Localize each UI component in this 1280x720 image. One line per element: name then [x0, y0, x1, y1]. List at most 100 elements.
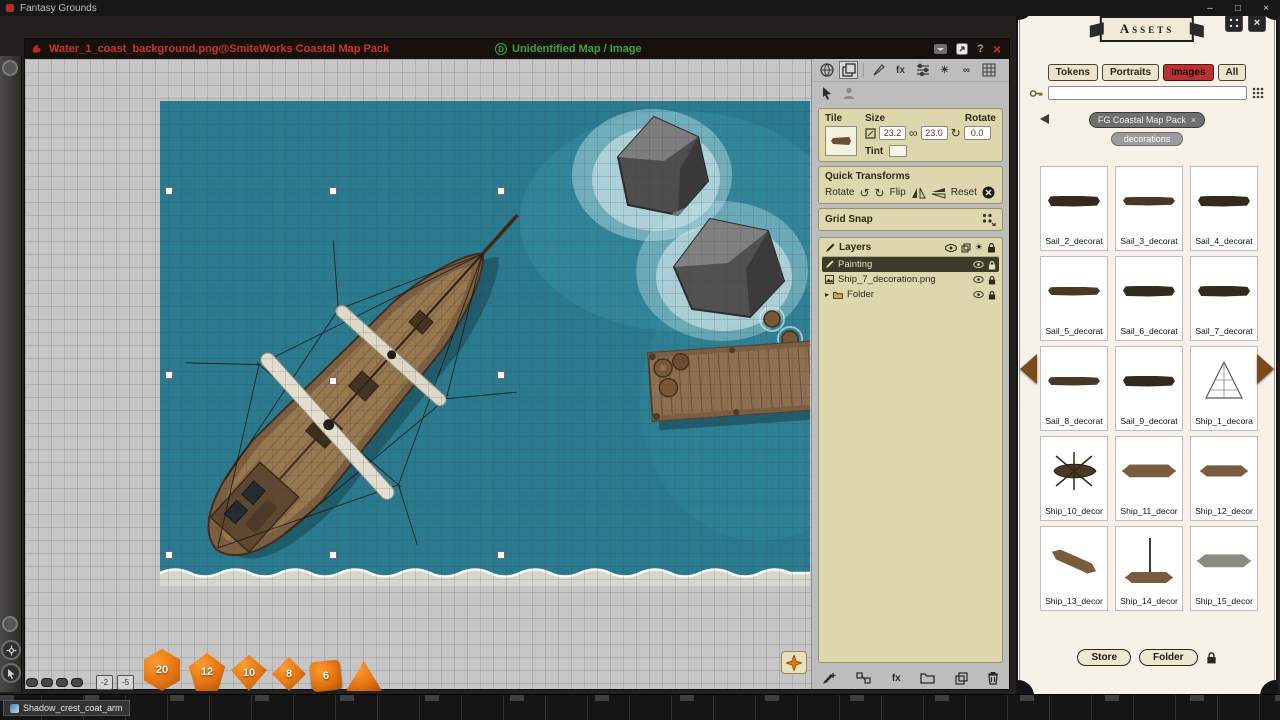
tile-thumbnail[interactable]: [825, 126, 857, 156]
tab-tokens[interactable]: Tokens: [1048, 64, 1098, 81]
layer-visible-icon[interactable]: [973, 291, 984, 298]
add-fx-layer-button[interactable]: fx: [892, 673, 901, 684]
asset-cell[interactable]: Sail_9_decorat: [1115, 346, 1183, 431]
map-canvas[interactable]: [25, 59, 811, 689]
asset-cell[interactable]: Ship_13_decor: [1040, 526, 1108, 611]
maximize-button[interactable]: □: [1224, 3, 1252, 14]
tint-swatch[interactable]: [889, 145, 907, 157]
sliders-icon[interactable]: [913, 61, 932, 79]
breadcrumb-close-icon[interactable]: ×: [1191, 115, 1196, 125]
size-height-input[interactable]: 23.0: [921, 126, 948, 140]
selection-center-handle[interactable]: [329, 377, 337, 385]
selection-handle[interactable]: [329, 187, 337, 195]
eye-icon[interactable]: [945, 244, 957, 252]
die-slot[interactable]: [71, 678, 83, 687]
tab-images[interactable]: Images: [1163, 64, 1213, 81]
tab-portraits[interactable]: Portraits: [1102, 64, 1159, 81]
layer-visible-icon[interactable]: [973, 276, 984, 283]
layer-lock-icon[interactable]: [988, 275, 996, 285]
stack-icon[interactable]: [961, 243, 971, 253]
modifier-box[interactable]: -2: [96, 675, 113, 690]
light-icon[interactable]: ☀: [975, 242, 983, 253]
delete-layer-button[interactable]: [987, 671, 999, 685]
layer-lock-icon[interactable]: [988, 290, 996, 300]
duplicate-button[interactable]: [955, 672, 968, 685]
breadcrumb-pack[interactable]: FG Coastal Map Pack ×: [1089, 112, 1205, 128]
brush-icon[interactable]: [869, 61, 888, 79]
assets-lock-icon[interactable]: [1206, 651, 1217, 664]
asset-cell[interactable]: Sail_2_decorat: [1040, 166, 1108, 251]
asset-cell[interactable]: Sail_8_decorat: [1040, 346, 1108, 431]
tab-all[interactable]: All: [1218, 64, 1247, 81]
asset-cell[interactable]: Ship_1_decora: [1190, 346, 1258, 431]
asset-cell[interactable]: Ship_11_decor: [1115, 436, 1183, 521]
page-next-arrow[interactable]: [1257, 354, 1274, 384]
asset-cell[interactable]: Ship_10_decor: [1040, 436, 1108, 521]
grid-snap-icon[interactable]: [982, 213, 996, 226]
hotkey-bar[interactable]: [0, 694, 1280, 720]
breadcrumb-folder[interactable]: decorations: [1111, 132, 1184, 146]
asset-cell[interactable]: Sail_4_decorat: [1190, 166, 1258, 251]
add-node-layer-button[interactable]: [856, 672, 872, 685]
die-slot[interactable]: [26, 678, 38, 687]
aspect-link-icon[interactable]: ∞: [909, 128, 918, 138]
d12-die[interactable]: 12: [188, 653, 226, 691]
pointer-mode-button[interactable]: [1, 663, 21, 683]
reset-button[interactable]: [982, 186, 995, 199]
folder-button[interactable]: Folder: [1139, 649, 1198, 666]
assets-close-button[interactable]: ×: [1248, 14, 1266, 32]
d20-die[interactable]: 20: [141, 649, 183, 691]
rotate-cw-button[interactable]: ↻: [875, 188, 885, 198]
selection-handle[interactable]: [497, 371, 505, 379]
selection-handle[interactable]: [165, 187, 173, 195]
asset-cell[interactable]: Ship_12_decor: [1190, 436, 1258, 521]
selection-handle[interactable]: [497, 551, 505, 559]
layer-row-ship-decoration[interactable]: Ship_7_decoration.png: [822, 272, 999, 287]
expand-chevron-icon[interactable]: ▸: [825, 290, 829, 299]
token-person-icon[interactable]: [839, 84, 858, 102]
view-grid-icon[interactable]: [1252, 87, 1264, 99]
d10-die[interactable]: 10: [231, 655, 267, 691]
effects-icon[interactable]: fx: [891, 61, 910, 79]
compass-button[interactable]: [781, 651, 807, 674]
selection-handle[interactable]: [497, 187, 505, 195]
add-paint-layer-button[interactable]: [822, 672, 837, 685]
flip-vertical-button[interactable]: [931, 187, 946, 199]
flip-horizontal-button[interactable]: [911, 187, 926, 199]
os-close-button[interactable]: ×: [1252, 3, 1280, 14]
add-folder-button[interactable]: [920, 672, 935, 684]
layer-row-painting[interactable]: Painting: [822, 257, 999, 272]
grid-icon[interactable]: [979, 61, 998, 79]
d8-die[interactable]: 8: [272, 657, 306, 691]
taskbar-item[interactable]: Shadow_crest_coat_arm: [3, 700, 130, 716]
modifier-box[interactable]: -5: [117, 675, 134, 690]
asset-cell[interactable]: Sail_7_decorat: [1190, 256, 1258, 341]
radial-menu-button[interactable]: [1, 640, 21, 660]
selection-handle[interactable]: [165, 551, 173, 559]
minimize-button[interactable]: –: [1196, 3, 1224, 14]
page-prev-arrow[interactable]: [1020, 354, 1037, 384]
assets-menu-button[interactable]: [1225, 14, 1243, 32]
selection-handle[interactable]: [329, 551, 337, 559]
die-slot[interactable]: [41, 678, 53, 687]
rotate-ccw-button[interactable]: ↺: [859, 188, 869, 198]
map-close-button[interactable]: ×: [993, 42, 1001, 56]
asset-cell[interactable]: Sail_5_decorat: [1040, 256, 1108, 341]
layer-visible-icon[interactable]: [973, 261, 984, 268]
selection-handle[interactable]: [165, 371, 173, 379]
dropdown-icon[interactable]: [934, 44, 947, 54]
size-width-input[interactable]: 23.2: [879, 126, 906, 140]
pointer-icon[interactable]: [817, 84, 836, 102]
store-button[interactable]: Store: [1077, 649, 1131, 666]
asset-search-input[interactable]: [1048, 86, 1247, 100]
layers-mode-icon[interactable]: [839, 61, 858, 79]
layer-lock-icon[interactable]: [988, 260, 996, 270]
rotate-input[interactable]: 0.0: [964, 126, 991, 140]
lock-icon[interactable]: [987, 242, 996, 253]
link-icon[interactable]: ∞: [957, 61, 976, 79]
layer-row-folder[interactable]: ▸ Folder: [822, 287, 999, 302]
d4-die[interactable]: [346, 661, 382, 691]
help-icon[interactable]: ?: [977, 43, 984, 55]
up-level-icon[interactable]: [1040, 114, 1049, 124]
asset-cell[interactable]: Sail_6_decorat: [1115, 256, 1183, 341]
